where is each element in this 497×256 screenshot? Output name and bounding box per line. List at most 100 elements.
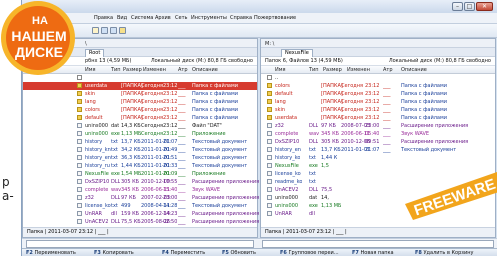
file-size: 345 КБ (321, 131, 340, 137)
file-row[interactable]: history_ru txt 1,44 КБ 2011-01-01 20:33 ___ Те… (23, 162, 257, 170)
file-type: dll (111, 211, 117, 217)
copy-icon[interactable] (101, 27, 108, 34)
file-row[interactable]: userdata [ПАПКА] Сегодня 23:12 ___ Папка с фа… (261, 114, 495, 122)
menu-edit[interactable]: Правка (94, 15, 113, 21)
left-tab[interactable]: Root (85, 49, 105, 57)
file-row[interactable]: z32 DLL 97 КБ 2008-07-03 23:00 ___ Расширение … (261, 122, 495, 130)
file-row[interactable]: NexusFile exe 1,54 МБ 2011-01-01 20:09 ___ При… (23, 170, 257, 178)
f8-delete-button[interactable]: F8 Удалить в Корзину (415, 250, 473, 256)
close-button[interactable]: ✕ (476, 2, 493, 11)
left-col-type[interactable]: Тип (111, 67, 121, 73)
file-row[interactable]: history_ko txt 1,44 К (261, 154, 495, 162)
right-tab[interactable]: NexusFile (281, 49, 313, 57)
star-icon[interactable] (119, 27, 126, 34)
file-row[interactable]: unins000 exe 1,13 МБ Сегодня 23:12 ___ Приложе… (23, 130, 257, 138)
left-edge-text-2: а- (2, 189, 14, 203)
move-icon[interactable] (110, 27, 117, 34)
file-row[interactable]: z32 DLL 97 КБ 2007-02-03 23:00 ___ Расширение … (23, 194, 259, 202)
file-row[interactable]: history_en txt 36,3 КБ 2011-01-01 20:51 ___ Те… (23, 154, 257, 162)
file-size: [ПАПКА] (121, 91, 143, 97)
file-row[interactable]: history txt 13,7 КБ 2011-01-01 21:07 ___ Текст… (23, 138, 257, 146)
file-row[interactable]: complete wav 345 КБ 2006-06-11 05:40 ___ Звук … (261, 130, 495, 138)
minimize-button[interactable]: – (452, 2, 463, 11)
file-row[interactable]: UnRAR dll 159 КБ 2006-12-14 14:23 ___ Расширен… (23, 210, 259, 218)
file-row[interactable]: UnACEV2 DLL 75,5 КБ 2005-08-26 02:50 ___ Расши… (23, 218, 259, 226)
left-col-modified[interactable]: Изменен (143, 67, 166, 73)
file-row[interactable]: default [ПАПКА] Сегодня 23:12 ___ Папка с фай… (261, 90, 495, 98)
file-attr: ___ (178, 179, 186, 185)
file-time: 23:12 (163, 83, 178, 89)
file-attr: ___ (383, 99, 391, 105)
right-drive-bar: M: \ (261, 39, 495, 48)
file-icon (267, 147, 272, 152)
file-time: 23:12 (365, 115, 380, 121)
file-row[interactable]: colors [ПАПКА] Сегодня 23:12 ___ Папка с файл… (261, 82, 495, 90)
right-col-modified[interactable]: Изменен (347, 67, 370, 73)
f4-move-button[interactable]: F4 Переместить (162, 250, 205, 256)
file-row[interactable]: .. (261, 74, 495, 82)
right-command-input[interactable] (262, 240, 494, 248)
file-row[interactable]: lang [ПАПКА] Сегодня 23:12 ___ Папка с файлам… (23, 98, 257, 106)
file-desc: Папка с файлами (192, 107, 238, 113)
file-size: [ПАПКА] (321, 83, 343, 89)
menu-archive[interactable]: Архив (155, 15, 171, 21)
file-type: DLL (111, 195, 121, 201)
file-row[interactable]: DxSZIP10 DLL 305 КБ 2010-12-08 09:51 ___ Расши… (261, 138, 495, 146)
file-row[interactable]: history_kn txt 34,2 КБ 2011-01-01 20:49 ___ Те… (23, 146, 257, 154)
file-size: [ПАПКА] (121, 107, 143, 113)
file-date: Сегодня (341, 91, 363, 97)
left-col-size[interactable]: Размер (123, 67, 142, 73)
f2-rename-button[interactable]: F2 Переименовать (26, 250, 76, 256)
file-size: [ПАПКА] (121, 83, 143, 89)
up-dir-icon (267, 75, 272, 80)
left-col-attr[interactable]: Атр (178, 67, 188, 73)
menu-donate[interactable]: Пожертвование (254, 15, 296, 21)
right-info-bar: Папок 6, Файлов 13 (4,59 МБ) Локальный д… (261, 57, 495, 66)
folder-icon[interactable] (92, 27, 99, 34)
right-col-type[interactable]: Тип (309, 67, 319, 73)
file-desc: Папка с файлами (401, 91, 447, 97)
file-row[interactable]: colors [ПАПКА] Сегодня 23:12 ___ Папка с файл… (23, 106, 257, 114)
file-type: DLL (309, 123, 319, 129)
file-row[interactable]: unins000 dat 14,3 КБ Сегодня 23:12 ___ Файл "D… (23, 122, 257, 130)
file-desc: Расширение приложения (401, 139, 469, 145)
file-row[interactable]: license_ko txt 499 2008-04-11 14:28 ___ Тексто… (23, 202, 257, 210)
file-row[interactable]: history_en txt 13,7 КБ 2011-01-01 21:07 ___ Те… (261, 146, 495, 154)
menu-system[interactable]: Система (131, 15, 153, 21)
right-status-line: Папка | 2011-03-07 23:12 | ___ | (261, 227, 495, 237)
file-row[interactable]: DxSZIP10 DLL 305 КБ 2010-12-09 17:55 ___ Расши… (23, 178, 259, 186)
f3-copy-button[interactable]: F3 Копировать (94, 250, 134, 256)
file-time: 23:00 (365, 123, 380, 129)
left-drive-label[interactable]: \ (85, 41, 87, 47)
file-row[interactable]: lang [ПАПКА] Сегодня 23:12 ___ Папка с файлам… (261, 98, 495, 106)
menu-network[interactable]: Сеть (175, 15, 187, 21)
file-desc: Текстовый документ (192, 163, 248, 169)
f6-batch-rename-button[interactable]: F6 Групповое переи... (280, 250, 339, 256)
right-col-size[interactable]: Размер (323, 67, 342, 73)
f5-refresh-button[interactable]: F5 Обновить (222, 250, 256, 256)
f7-new-folder-button[interactable]: F7 Новая папка (352, 250, 394, 256)
left-col-name[interactable]: Имя (85, 67, 96, 73)
file-row[interactable]: skin [ПАПКА] Сегодня 23:12 ___ Папка с файлам… (23, 90, 257, 98)
menu-bar: Правка Вид Система Архив Сеть Инструмент… (22, 13, 497, 24)
menu-tools[interactable]: Инструменты (191, 15, 227, 21)
left-command-input[interactable] (26, 240, 254, 248)
file-row[interactable]: default [ПАПКА] Сегодня 23:12 ___ Папка с фай… (23, 114, 257, 122)
file-desc: Папка с файлами (192, 83, 238, 89)
menu-view[interactable]: Вид (117, 15, 127, 21)
right-col-name[interactable]: Имя (275, 67, 286, 73)
file-row[interactable]: userdata [ПАПКА] Сегодня 23:12 ___ Папка с фа… (23, 82, 257, 90)
maximize-button[interactable]: □ (464, 2, 475, 11)
file-row[interactable]: skin [ПАПКА] Сегодня 23:12 ___ Папка с файлам… (261, 106, 495, 114)
right-drive-label[interactable]: M: \ (265, 41, 274, 47)
right-col-desc[interactable]: Описание (401, 67, 427, 73)
file-size: 1,44 К (321, 155, 338, 161)
file-size: 499 (121, 203, 131, 209)
menu-help[interactable]: Справка (230, 15, 252, 21)
file-name: UnACEV2 (85, 219, 109, 225)
right-col-attr[interactable]: Атр (383, 67, 393, 73)
file-attr: ___ (383, 123, 391, 129)
file-row[interactable]: complete wav 345 КБ 2006-06-11 15:40 ___ Звук … (23, 186, 257, 194)
left-col-desc[interactable]: Описание (192, 67, 218, 73)
file-name: unins000 (85, 123, 109, 129)
